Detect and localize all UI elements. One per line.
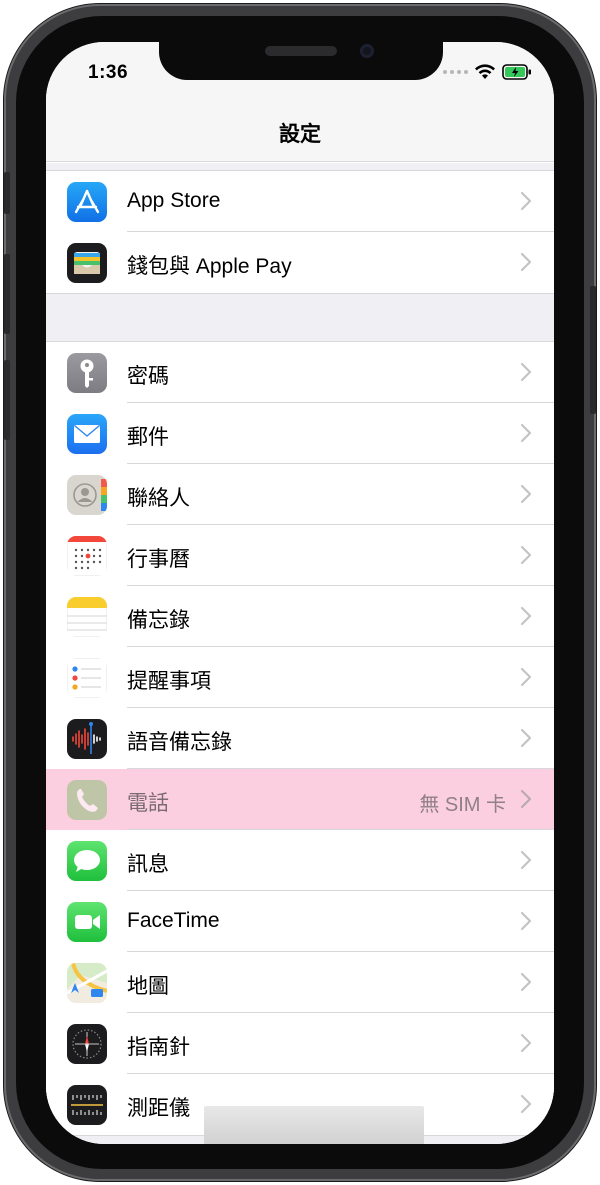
row-label: 指南針 bbox=[127, 1036, 190, 1059]
settings-row-notes[interactable]: 備忘錄 bbox=[46, 586, 554, 647]
wifi-icon bbox=[475, 64, 495, 79]
settings-row-maps[interactable]: 地圖 bbox=[46, 952, 554, 1013]
row-label: 電話 bbox=[127, 792, 169, 815]
chevron-right-icon bbox=[520, 667, 532, 687]
chevron-right-icon bbox=[520, 606, 532, 626]
voice-memos-icon bbox=[67, 719, 107, 759]
screen: 1:36 設定 App Store 錢包與 Apple Pay 密碼 郵件 聯絡… bbox=[46, 42, 554, 1144]
chevron-right-icon bbox=[520, 789, 532, 809]
chevron-right-icon bbox=[520, 728, 532, 748]
settings-row-app-store[interactable]: App Store bbox=[46, 171, 554, 232]
settings-row-calendar[interactable]: 行事曆 bbox=[46, 525, 554, 586]
contacts-icon bbox=[67, 475, 107, 515]
volume-up-button bbox=[4, 254, 10, 334]
chevron-right-icon bbox=[520, 911, 532, 931]
settings-list: App Store 錢包與 Apple Pay 密碼 郵件 聯絡人 行事曆 備忘… bbox=[46, 163, 554, 1144]
volume-down-button bbox=[4, 360, 10, 440]
page-title: 設定 bbox=[279, 123, 321, 146]
key-icon bbox=[67, 353, 107, 393]
mail-icon bbox=[67, 414, 107, 454]
battery-charging-icon bbox=[502, 64, 531, 80]
maps-icon bbox=[67, 963, 107, 1003]
chevron-right-icon bbox=[520, 850, 532, 870]
status-time: 1:36 bbox=[88, 62, 129, 83]
settings-row-mail[interactable]: 郵件 bbox=[46, 403, 554, 464]
measure-icon bbox=[67, 1085, 107, 1125]
sim-status-value: 無 SIM 卡 bbox=[419, 794, 506, 816]
row-label: App Store bbox=[127, 189, 221, 212]
messages-icon bbox=[67, 841, 107, 881]
earpiece-speaker bbox=[265, 46, 337, 56]
row-label: 錢包與 Apple Pay bbox=[127, 255, 292, 278]
row-label: 語音備忘錄 bbox=[127, 731, 232, 754]
settings-row-messages[interactable]: 訊息 bbox=[46, 830, 554, 891]
settings-row-voice-memos[interactable]: 語音備忘錄 bbox=[46, 708, 554, 769]
app-store-icon bbox=[67, 182, 107, 222]
settings-row-wallet[interactable]: 錢包與 Apple Pay bbox=[46, 232, 554, 293]
row-label: 郵件 bbox=[127, 426, 169, 449]
settings-row-facetime[interactable]: FaceTime bbox=[46, 891, 554, 952]
settings-row-contacts[interactable]: 聯絡人 bbox=[46, 464, 554, 525]
settings-row-reminders[interactable]: 提醒事項 bbox=[46, 647, 554, 708]
wallet-icon bbox=[67, 243, 107, 283]
compass-icon bbox=[67, 1024, 107, 1064]
settings-group-store: App Store 錢包與 Apple Pay bbox=[46, 170, 554, 294]
phone-icon bbox=[67, 780, 107, 820]
reminders-icon bbox=[67, 658, 107, 698]
row-label: 地圖 bbox=[127, 975, 169, 998]
chevron-right-icon bbox=[520, 972, 532, 992]
silent-switch bbox=[4, 172, 10, 214]
settings-row-phone[interactable]: 電話 無 SIM 卡 bbox=[46, 769, 554, 830]
row-label: 密碼 bbox=[127, 365, 169, 388]
chevron-right-icon bbox=[520, 362, 532, 382]
cellular-signal-icon bbox=[443, 70, 468, 74]
row-label: 測距儀 bbox=[127, 1097, 190, 1120]
row-label: 訊息 bbox=[127, 853, 169, 876]
chevron-right-icon bbox=[520, 484, 532, 504]
chevron-right-icon bbox=[520, 1094, 532, 1114]
settings-row-compass[interactable]: 指南針 bbox=[46, 1013, 554, 1074]
section-spacer bbox=[46, 294, 554, 341]
chevron-right-icon bbox=[520, 545, 532, 565]
notes-icon bbox=[67, 597, 107, 637]
facetime-icon bbox=[67, 902, 107, 942]
calendar-icon bbox=[67, 536, 107, 576]
front-camera bbox=[360, 44, 374, 58]
chevron-right-icon bbox=[520, 1033, 532, 1053]
chevron-right-icon bbox=[520, 252, 532, 272]
settings-row-passwords[interactable]: 密碼 bbox=[46, 342, 554, 403]
chevron-right-icon bbox=[520, 423, 532, 443]
row-label: 行事曆 bbox=[127, 548, 190, 571]
chevron-right-icon bbox=[520, 191, 532, 211]
navigation-bar: 設定 bbox=[46, 104, 554, 162]
row-label: 提醒事項 bbox=[127, 670, 211, 693]
notch bbox=[159, 42, 443, 80]
status-indicators bbox=[443, 64, 532, 80]
row-label: 備忘錄 bbox=[127, 609, 190, 632]
settings-group-apps: 密碼 郵件 聯絡人 行事曆 備忘錄 提醒事項 語音備忘錄 電話 無 SIM 卡 … bbox=[46, 341, 554, 1136]
section-spacer bbox=[46, 163, 554, 170]
row-label: FaceTime bbox=[127, 909, 220, 932]
row-label: 聯絡人 bbox=[127, 487, 190, 510]
side-button bbox=[590, 286, 596, 414]
home-indicator[interactable] bbox=[204, 1106, 424, 1144]
